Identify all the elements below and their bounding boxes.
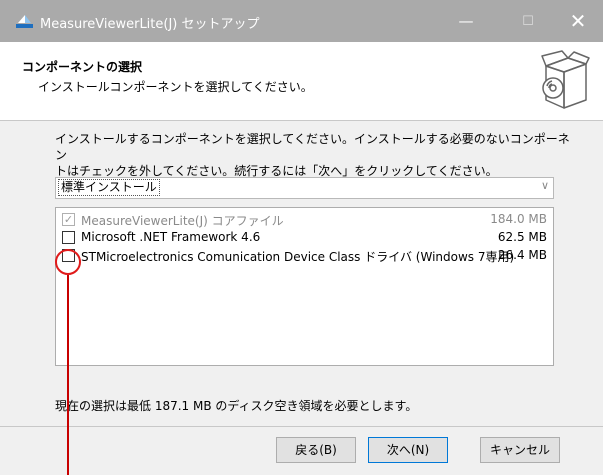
instruction-text: インストールするコンポーネントを選択してください。インストールする必要のないコン… <box>55 131 575 179</box>
component-size: 184.0 MB <box>490 212 547 226</box>
installer-icon <box>16 15 33 28</box>
annotation-circle <box>55 249 81 275</box>
cancel-button[interactable]: キャンセル <box>480 437 560 463</box>
component-checkbox-dotnet[interactable] <box>62 231 75 244</box>
maximize-button[interactable]: ☐ <box>505 0 551 42</box>
close-button[interactable]: ✕ <box>555 0 601 42</box>
component-name: Microsoft .NET Framework 4.6 <box>81 230 261 244</box>
page-title: コンポーネントの選択 <box>22 60 143 74</box>
component-list: ✓ MeasureViewerLite(J) コアファイル 184.0 MB M… <box>55 207 554 366</box>
install-type-value: 標準インストール <box>58 179 160 196</box>
space-required-text: 現在の選択は最低 187.1 MB のディスク空き領域を必要とします。 <box>55 399 418 413</box>
next-button[interactable]: 次へ(N) <box>368 437 448 463</box>
software-box-cd-icon <box>541 50 590 109</box>
component-name: MeasureViewerLite(J) コアファイル <box>81 214 284 228</box>
component-size: 26.4 MB <box>497 248 547 262</box>
header-panel: コンポーネントの選択 インストールコンポーネントを選択してください。 <box>0 42 603 121</box>
footer-divider <box>0 426 603 427</box>
install-type-dropdown[interactable]: 標準インストール ∨ <box>55 177 554 199</box>
component-row-core: ✓ MeasureViewerLite(J) コアファイル 184.0 MB <box>62 211 547 229</box>
body-area: インストールするコンポーネントを選択してください。インストールする必要のないコン… <box>0 121 603 475</box>
component-size: 62.5 MB <box>497 230 547 244</box>
component-name: STMicroelectronics Comunication Device C… <box>81 250 515 264</box>
back-button[interactable]: 戻る(B) <box>276 437 356 463</box>
component-row-driver: STMicroelectronics Comunication Device C… <box>62 247 547 265</box>
window-title: MeasureViewerLite(J) セットアップ <box>40 17 260 32</box>
page-subtitle: インストールコンポーネントを選択してください。 <box>38 80 313 94</box>
annotation-pointer-line <box>67 275 69 475</box>
component-row-dotnet: Microsoft .NET Framework 4.6 62.5 MB <box>62 229 547 247</box>
instruction-line-1: インストールするコンポーネントを選択してください。インストールする必要のないコン… <box>55 132 570 162</box>
chevron-down-icon: ∨ <box>540 179 549 192</box>
title-bar: MeasureViewerLite(J) セットアップ — ☐ ✕ <box>0 0 603 42</box>
minimize-button[interactable]: — <box>443 0 489 42</box>
component-checkbox-core[interactable]: ✓ <box>62 213 75 226</box>
